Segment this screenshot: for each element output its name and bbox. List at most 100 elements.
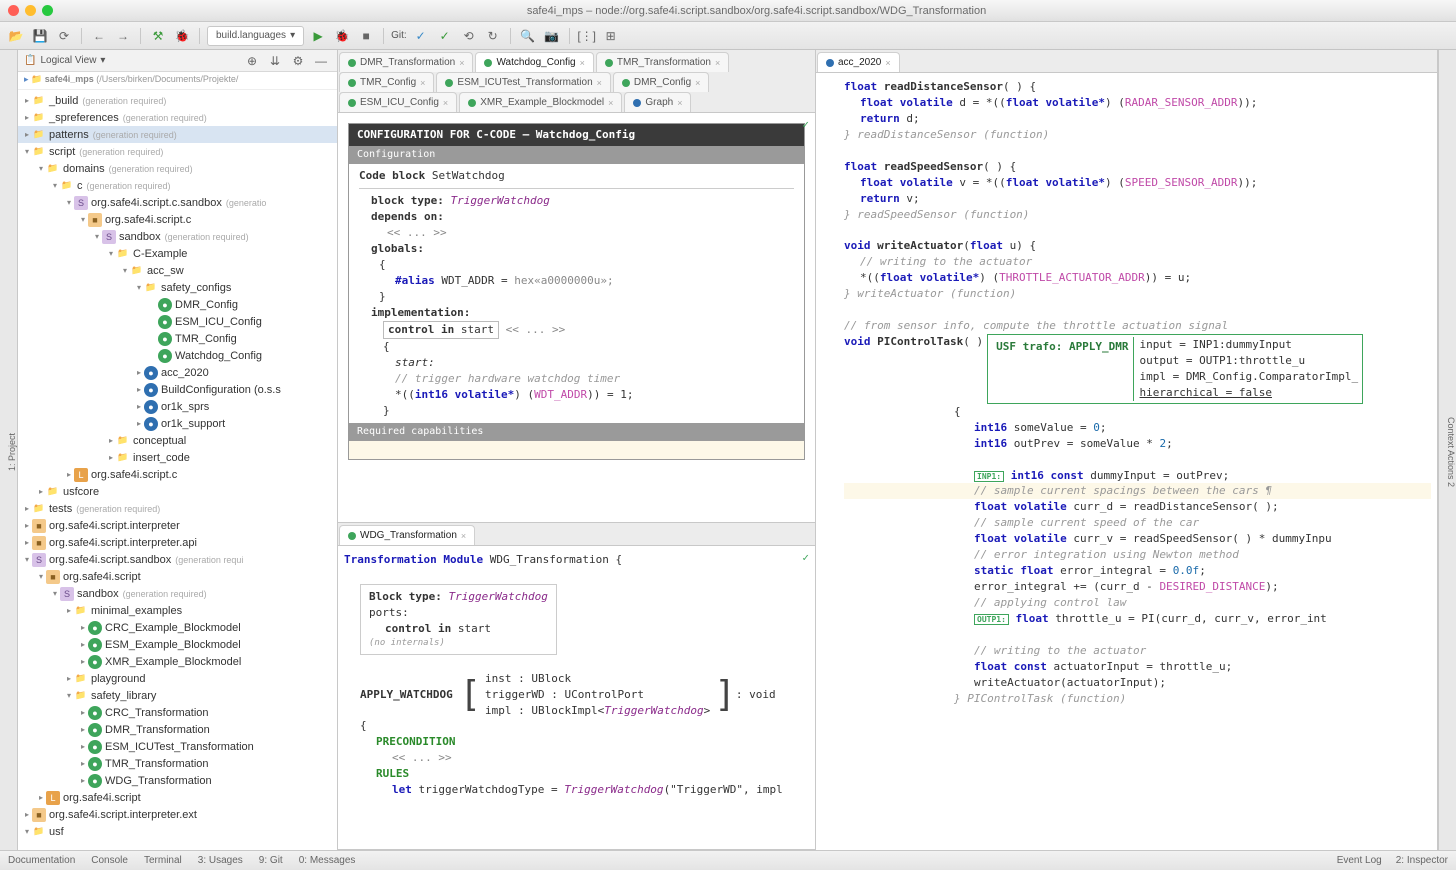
forward-icon[interactable]: → (113, 26, 133, 46)
tree-item[interactable]: ▸📁conceptual (18, 432, 337, 449)
tree-item[interactable]: ●ESM_ICU_Config (18, 313, 337, 330)
close-tab-icon[interactable]: × (885, 58, 890, 68)
save-icon[interactable]: 💾 (30, 26, 50, 46)
close-icon[interactable] (8, 5, 19, 16)
gutter-project[interactable]: 1: Project (7, 429, 17, 475)
camera-icon[interactable]: 📷 (542, 26, 562, 46)
hammer-icon[interactable]: ⚒ (148, 26, 168, 46)
tree-item[interactable]: ▸●XMR_Example_Blockmodel (18, 653, 337, 670)
status-messages[interactable]: 0: Messages (299, 855, 356, 866)
tree-item[interactable]: ▸●WDG_Transformation (18, 772, 337, 789)
view-selector[interactable]: 📋 Logical View ▾ (24, 55, 105, 66)
tree-item[interactable]: ▸●acc_2020 (18, 364, 337, 381)
tree-item[interactable]: ▸●CRC_Transformation (18, 704, 337, 721)
open-icon[interactable]: 📂 (6, 26, 26, 46)
run-icon[interactable]: ▶ (308, 26, 328, 46)
close-tab-icon[interactable]: × (461, 531, 466, 541)
tree-item[interactable]: ▸Lorg.safe4i.script.c (18, 466, 337, 483)
tree-item[interactable]: ▾■org.safe4i.script (18, 568, 337, 585)
status-documentation[interactable]: Documentation (8, 855, 75, 866)
close-tab-icon[interactable]: × (580, 58, 585, 68)
git-update-icon[interactable]: ✓ (411, 26, 431, 46)
status-event-log[interactable]: Event Log (1337, 855, 1382, 866)
search-icon[interactable]: 🔍 (518, 26, 538, 46)
tree-item[interactable]: ▾📁safety_configs (18, 279, 337, 296)
tree-item[interactable]: ▸■org.safe4i.script.interpreter (18, 517, 337, 534)
status-git[interactable]: 9: Git (259, 855, 283, 866)
tree-item[interactable]: ▾📁domains(generation required) (18, 160, 337, 177)
tree-item[interactable]: ▸📁usfcore (18, 483, 337, 500)
project-tree[interactable]: ▸📁_build(generation required)▸📁_sprefere… (18, 90, 337, 850)
tree-item[interactable]: ▾📁usf (18, 823, 337, 840)
editor-tab[interactable]: WDG_Transformation× (339, 525, 475, 545)
tree-item[interactable]: ▾Sorg.safe4i.script.c.sandbox(generatio (18, 194, 337, 211)
gutter-context-actions[interactable]: Context Actions 2 (1446, 413, 1456, 491)
git-commit-icon[interactable]: ✓ (435, 26, 455, 46)
tree-item[interactable]: ▾Sorg.safe4i.script.sandbox(generation r… (18, 551, 337, 568)
back-icon[interactable]: ← (89, 26, 109, 46)
bug-icon[interactable]: 🐞 (172, 26, 192, 46)
close-tab-icon[interactable]: × (420, 78, 425, 88)
editor-tab[interactable]: TMR_Transformation× (596, 52, 729, 72)
tree-item[interactable]: ▾📁safety_library (18, 687, 337, 704)
status-terminal[interactable]: Terminal (144, 855, 182, 866)
stop-icon[interactable]: ■ (356, 26, 376, 46)
tree-item[interactable]: ●DMR_Config (18, 296, 337, 313)
close-tab-icon[interactable]: × (443, 98, 448, 108)
tree-item[interactable]: ▾Ssandbox(generation required) (18, 585, 337, 602)
tree-item[interactable]: ▸Lorg.safe4i.script (18, 789, 337, 806)
editor-tab[interactable]: XMR_Example_Blockmodel× (459, 92, 622, 112)
tree-item[interactable]: ▸📁insert_code (18, 449, 337, 466)
close-tab-icon[interactable]: × (677, 98, 682, 108)
tree-item[interactable]: ▸📁tests(generation required) (18, 500, 337, 517)
tree-item[interactable]: ▸●ESM_Example_Blockmodel (18, 636, 337, 653)
close-tab-icon[interactable]: × (597, 78, 602, 88)
tree-item[interactable]: ▾📁acc_sw (18, 262, 337, 279)
status-usages[interactable]: 3: Usages (198, 855, 243, 866)
git-revert-icon[interactable]: ↻ (483, 26, 503, 46)
tree-item[interactable]: ▸■org.safe4i.script.interpreter.ext (18, 806, 337, 823)
tree-item[interactable]: ▸●TMR_Transformation (18, 755, 337, 772)
git-history-icon[interactable]: ⟲ (459, 26, 479, 46)
editor-tab[interactable]: acc_2020× (817, 52, 900, 72)
hide-icon[interactable]: — (311, 51, 331, 71)
editor-tab[interactable]: TMR_Config× (339, 72, 434, 92)
misc2-icon[interactable]: ⊞ (601, 26, 621, 46)
tree-item[interactable]: ▾📁c(generation required) (18, 177, 337, 194)
refresh-icon[interactable]: ⟳ (54, 26, 74, 46)
tree-item[interactable]: ●Watchdog_Config (18, 347, 337, 364)
editor-tab[interactable]: ESM_ICUTest_Transformation× (436, 72, 611, 92)
acc-2020-editor[interactable]: float readDistanceSensor( ) { float vola… (816, 73, 1437, 850)
tree-item[interactable]: ▸●CRC_Example_Blockmodel (18, 619, 337, 636)
tree-item[interactable]: ▸●or1k_support (18, 415, 337, 432)
close-tab-icon[interactable]: × (608, 98, 613, 108)
tree-item[interactable]: ●TMR_Config (18, 330, 337, 347)
tree-item[interactable]: ▸📁_spreferences(generation required) (18, 109, 337, 126)
close-tab-icon[interactable]: × (695, 78, 700, 88)
minimize-icon[interactable] (25, 5, 36, 16)
target-icon[interactable]: ⊕ (242, 51, 262, 71)
editor-tab[interactable]: DMR_Transformation× (339, 52, 473, 72)
misc1-icon[interactable]: [⋮] (577, 26, 597, 46)
run-config-select[interactable]: build.languages ▾ (207, 26, 304, 46)
tree-item[interactable]: ▸■org.safe4i.script.interpreter.api (18, 534, 337, 551)
wdg-transformation-editor[interactable]: ✓ Transformation Module WDG_Transformati… (338, 546, 815, 849)
debug-icon[interactable]: 🐞 (332, 26, 352, 46)
zoom-icon[interactable] (42, 5, 53, 16)
collapse-icon[interactable]: ⇊ (265, 51, 285, 71)
tree-item[interactable]: ▸📁playground (18, 670, 337, 687)
window-controls[interactable] (8, 5, 53, 16)
tree-item[interactable]: ▸●or1k_sprs (18, 398, 337, 415)
tree-item[interactable]: ▾📁C-Example (18, 245, 337, 262)
status-inspector[interactable]: 2: Inspector (1396, 855, 1448, 866)
tree-item[interactable]: ▸●BuildConfiguration (o.s.s (18, 381, 337, 398)
watchdog-config-editor[interactable]: ✓ CONFIGURATION FOR C-CODE – Watchdog_Co… (338, 113, 815, 522)
editor-tab[interactable]: Watchdog_Config× (475, 52, 593, 72)
tree-item[interactable]: ▸●DMR_Transformation (18, 721, 337, 738)
tree-item[interactable]: ▾■org.safe4i.script.c (18, 211, 337, 228)
tree-item[interactable]: ▸📁minimal_examples (18, 602, 337, 619)
editor-tab[interactable]: DMR_Config× (613, 72, 710, 92)
tree-item[interactable]: ▾📁script(generation required) (18, 143, 337, 160)
tree-item[interactable]: ▸●ESM_ICUTest_Transformation (18, 738, 337, 755)
tree-item[interactable]: ▸📁_build(generation required) (18, 92, 337, 109)
